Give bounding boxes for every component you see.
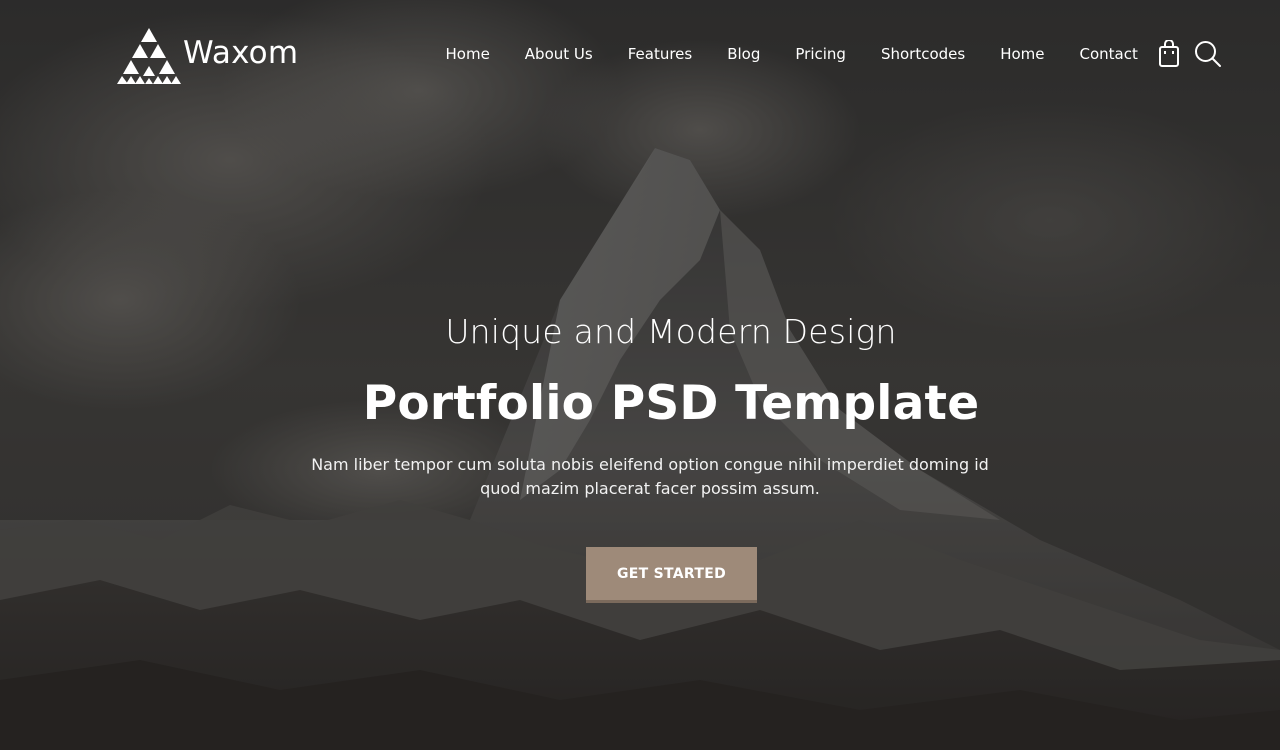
header-icons (1158, 40, 1222, 68)
nav-item-features[interactable]: Features (610, 42, 710, 66)
hero-section: Waxom Home About Us Features Blog Pricin… (0, 0, 1280, 750)
nav-item-home-2[interactable]: Home (983, 42, 1062, 66)
get-started-button[interactable]: GET STARTED (586, 547, 757, 603)
main-nav: Home About Us Features Blog Pricing Shor… (428, 42, 1155, 66)
triangle-logo-icon (117, 28, 181, 84)
shopping-bag-icon[interactable] (1158, 40, 1180, 68)
hero-title: Portfolio PSD Template (362, 376, 980, 431)
hero-content: Unique and Modern Design Portfolio PSD T… (0, 306, 1280, 501)
nav-item-contact[interactable]: Contact (1062, 42, 1155, 66)
nav-item-blog[interactable]: Blog (710, 42, 778, 66)
nav-item-home[interactable]: Home (428, 42, 507, 66)
site-header: Waxom Home About Us Features Blog Pricin… (0, 0, 1280, 110)
nav-item-shortcodes[interactable]: Shortcodes (863, 42, 982, 66)
hero-subtitle: Unique and Modern Design (445, 312, 897, 351)
nav-item-pricing[interactable]: Pricing (778, 42, 864, 66)
search-icon[interactable] (1194, 40, 1222, 68)
hero-description: Nam liber tempor cum soluta nobis eleife… (311, 455, 989, 498)
logo-link[interactable]: Waxom (117, 26, 298, 84)
nav-item-about-us[interactable]: About Us (507, 42, 610, 66)
brand-name: Waxom (183, 35, 299, 71)
